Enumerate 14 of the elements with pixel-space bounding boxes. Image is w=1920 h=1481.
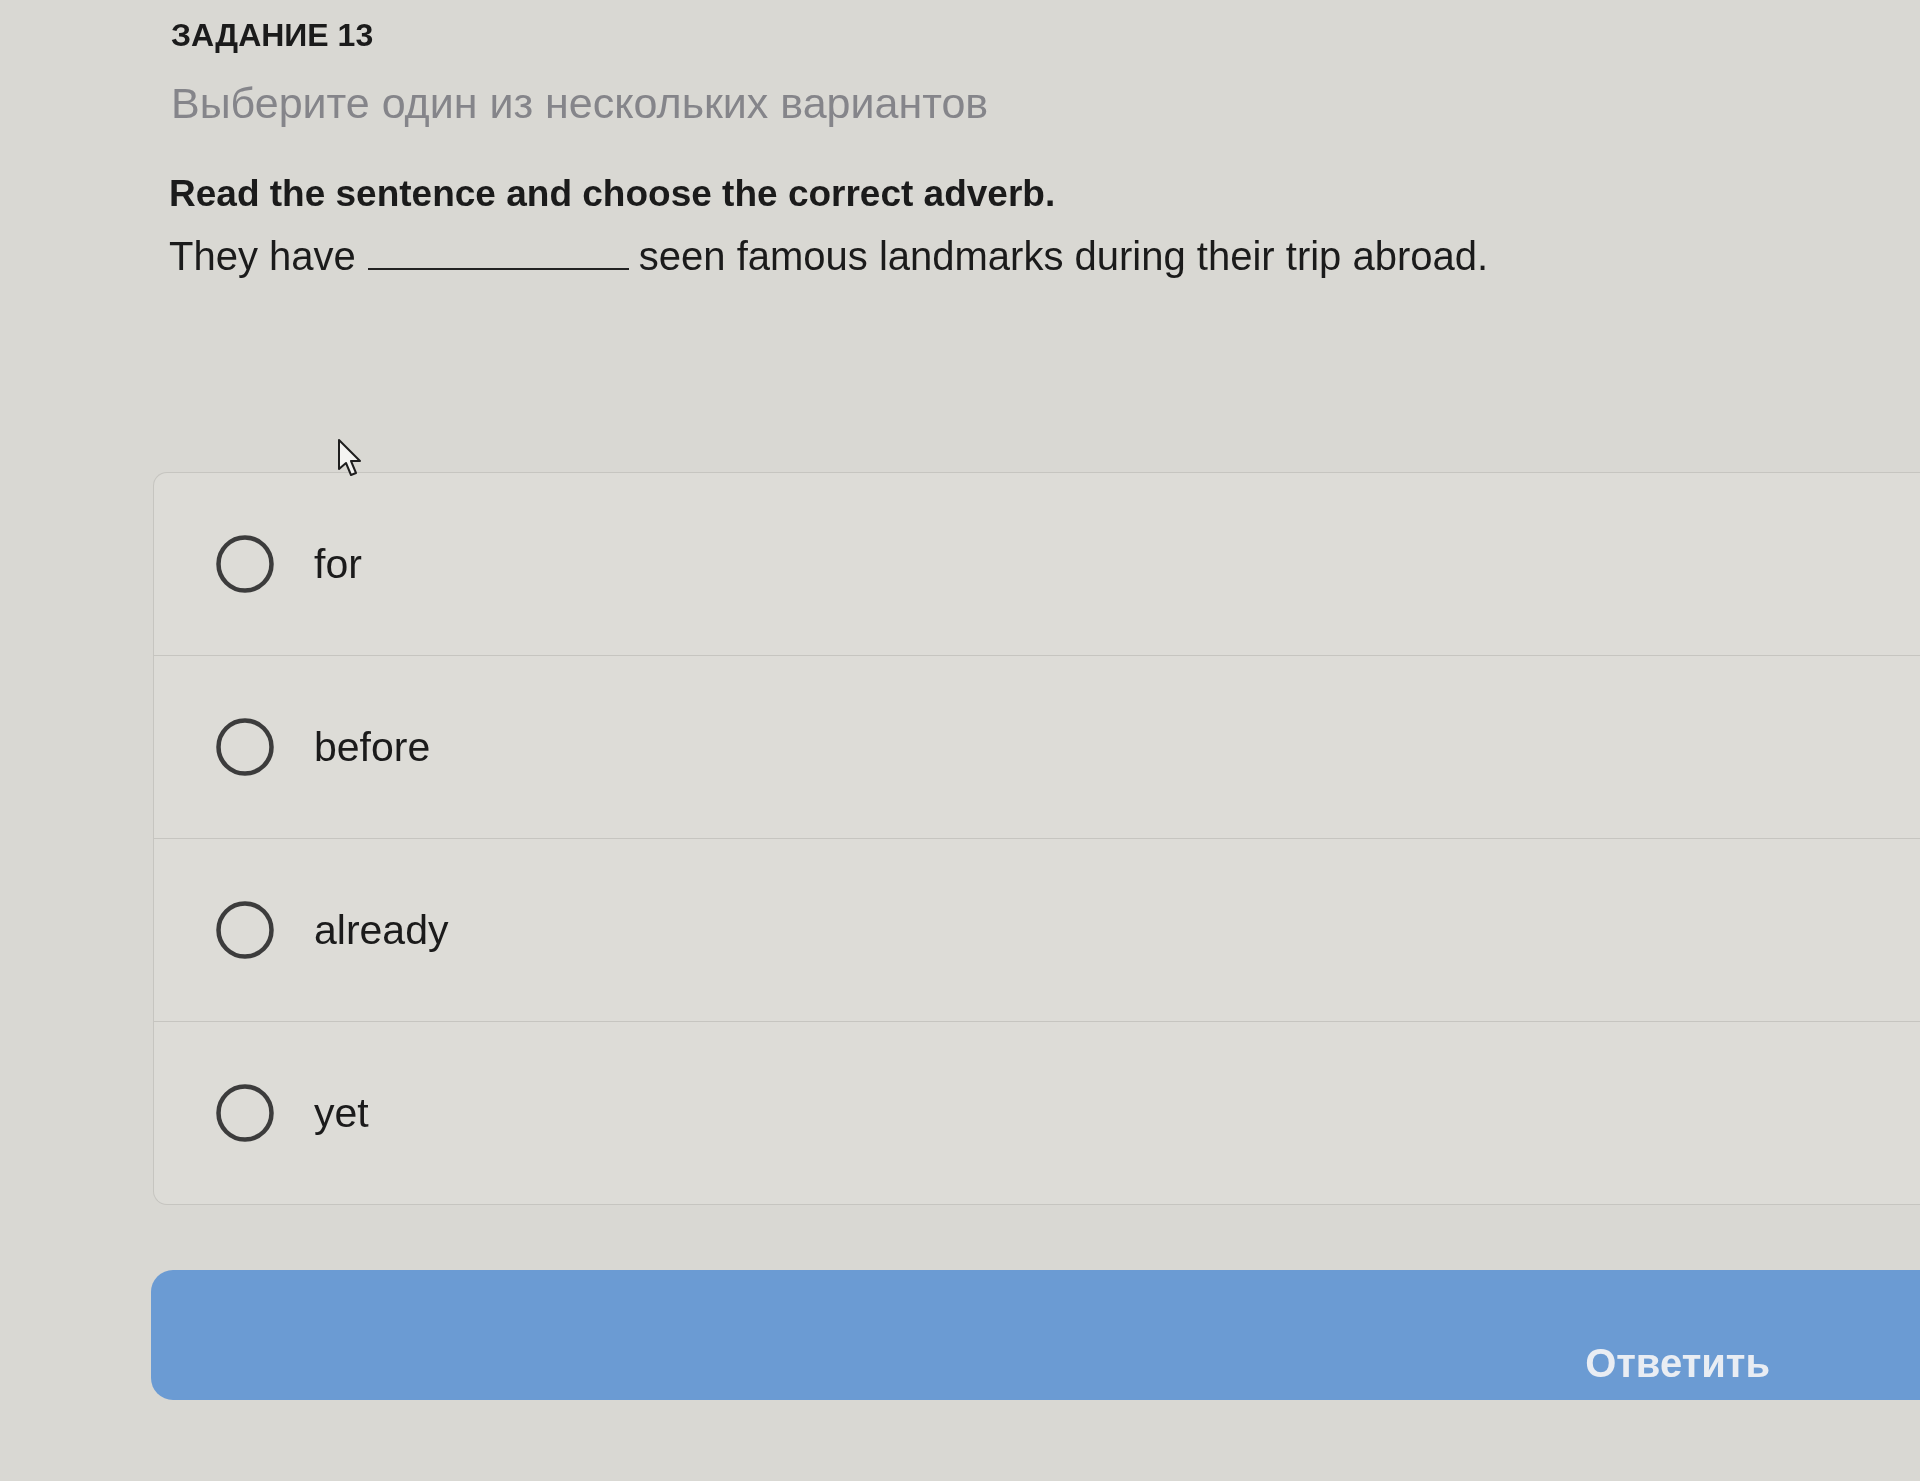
option-label[interactable]: yet [314, 1089, 369, 1137]
sentence-start-text: They have [169, 233, 356, 280]
radio-button[interactable] [216, 535, 274, 593]
sentence-end-text: seen famous landmarks during their trip abroad. [638, 233, 1489, 280]
option-label[interactable]: before [314, 723, 431, 771]
instruction-text: Read the sentence and choose the correct adverb. [169, 172, 1056, 216]
option-label[interactable]: for [314, 540, 362, 588]
option-label[interactable]: already [314, 906, 449, 954]
radio-button[interactable] [216, 718, 274, 776]
radio-button[interactable] [216, 901, 274, 959]
task-subtitle: Выберите один из нескольких вариантов [171, 78, 989, 128]
radio-button[interactable] [216, 1084, 274, 1142]
mouse-pointer-icon [337, 438, 363, 478]
task-title: ЗАДАНИЕ 13 [171, 16, 374, 54]
